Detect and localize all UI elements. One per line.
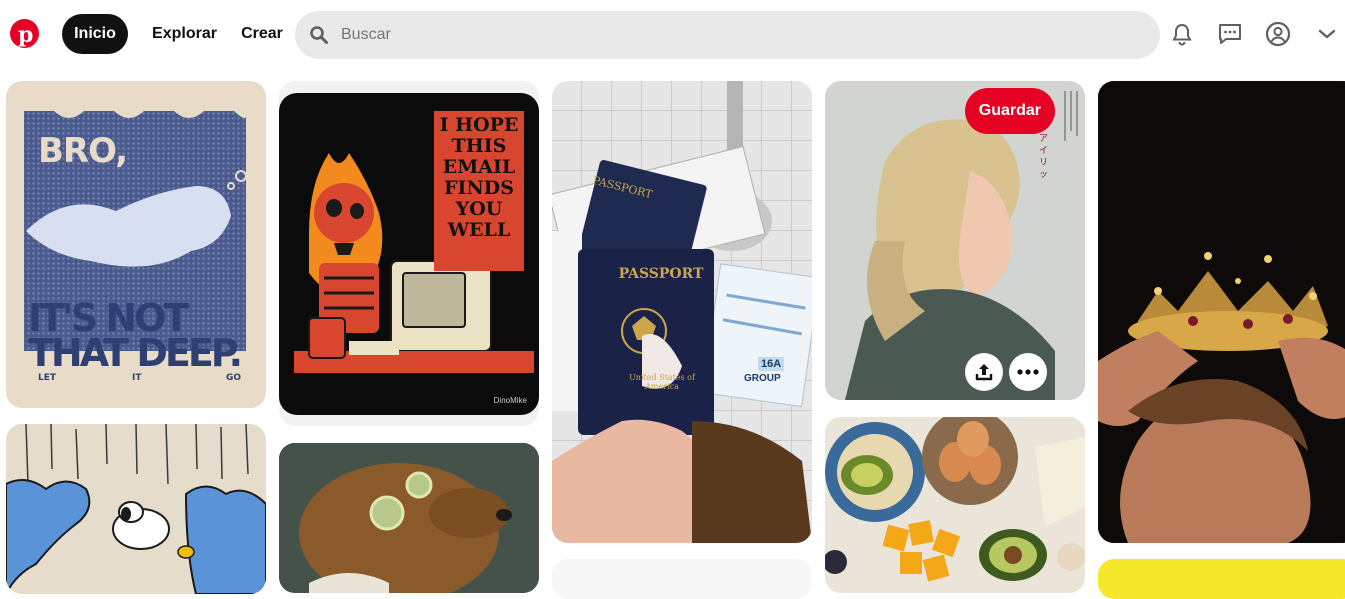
passport-emblem-text: United States of America bbox=[629, 373, 695, 391]
profile-icon[interactable] bbox=[1263, 19, 1293, 49]
pin-card-passport-photo[interactable]: PASSPORT PASSPORT United States of Ameri… bbox=[552, 81, 812, 543]
let-text: LET bbox=[38, 373, 57, 383]
go-text: GO bbox=[226, 373, 242, 383]
save-button[interactable]: Guardar bbox=[964, 88, 1055, 134]
passport-label-front: PASSPORT bbox=[618, 266, 704, 282]
pin-card-bro-poster[interactable]: BRO, IT'S NOT THAT DEEP. LET IT GO bbox=[6, 81, 266, 408]
dog-painting-image bbox=[279, 443, 539, 593]
message-icon[interactable] bbox=[1215, 19, 1245, 49]
it-text: IT bbox=[132, 373, 142, 383]
more-icon[interactable] bbox=[1009, 353, 1047, 391]
nav-home-button[interactable]: Inicio bbox=[62, 14, 128, 54]
pin-card-yellow[interactable] bbox=[1098, 559, 1345, 599]
top-navigation-bar: p Inicio Explorar Crear bbox=[0, 0, 1345, 70]
pin-card-next[interactable] bbox=[552, 559, 812, 599]
svg-text:イ: イ bbox=[1039, 145, 1048, 155]
bro-text: BRO, bbox=[38, 131, 128, 171]
nav-create-button[interactable]: Crear bbox=[233, 14, 291, 54]
boarding-seat: 16A bbox=[758, 357, 785, 371]
snoopy-image bbox=[6, 424, 266, 594]
food-image bbox=[825, 417, 1085, 593]
svg-text:ア: ア bbox=[1039, 133, 1048, 143]
chevron-down-icon[interactable] bbox=[1312, 19, 1342, 49]
that-deep-text: THAT DEEP. bbox=[28, 331, 243, 375]
pinterest-logo-icon[interactable]: p bbox=[10, 19, 39, 48]
dinomike-signature: DinoMike bbox=[493, 396, 527, 405]
pin-card-food[interactable] bbox=[825, 417, 1085, 593]
pin-card-dog-painting[interactable] bbox=[279, 443, 539, 593]
svg-text:ッ: ッ bbox=[1039, 169, 1048, 179]
bell-icon[interactable] bbox=[1167, 19, 1197, 49]
search-input[interactable] bbox=[341, 26, 1121, 44]
svg-text:p: p bbox=[18, 22, 33, 48]
svg-text:リ: リ bbox=[1039, 157, 1048, 167]
portrait-caption: アーサー bbox=[853, 381, 893, 392]
nav-explore-button[interactable]: Explorar bbox=[142, 14, 227, 54]
share-icon[interactable] bbox=[965, 353, 1003, 391]
search-bar[interactable] bbox=[295, 11, 1160, 59]
pin-card-email-poster[interactable]: I HOPE THIS EMAIL FINDS YOU WELL DinoMik… bbox=[279, 81, 539, 426]
passport-photo-image bbox=[552, 81, 812, 543]
email-poster-image: I HOPE THIS EMAIL FINDS YOU WELL DinoMik… bbox=[279, 93, 539, 415]
pin-card-portrait[interactable]: アイリッ アーサー Guardar bbox=[825, 81, 1085, 400]
crown-painting-image bbox=[1098, 81, 1345, 543]
email-poster-text: I HOPE THIS EMAIL FINDS YOU WELL bbox=[439, 114, 519, 241]
pin-card-snoopy[interactable] bbox=[6, 424, 266, 594]
boarding-group: GROUP bbox=[744, 373, 781, 384]
pin-card-crown-painting[interactable] bbox=[1098, 81, 1345, 543]
search-icon bbox=[310, 26, 328, 44]
